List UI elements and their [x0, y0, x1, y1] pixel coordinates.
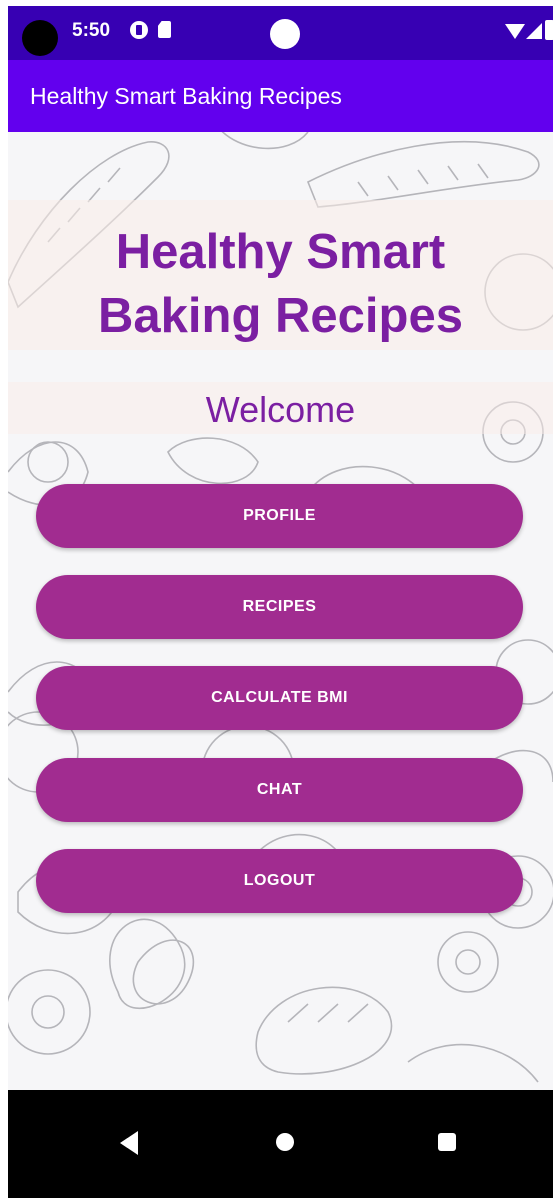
home-icon[interactable] [276, 1133, 294, 1151]
battery-icon [545, 20, 553, 40]
app-bar: Healthy Smart Baking Recipes [8, 60, 553, 132]
page-title-line-1: Healthy Smart [115, 225, 446, 279]
profile-button[interactable]: PROFILE [36, 484, 523, 548]
status-bar: 5:50 [8, 6, 553, 60]
recents-icon[interactable] [438, 1133, 456, 1151]
page-title: Healthy Smart Baking Recipes [8, 220, 553, 348]
camera-cutout [22, 20, 58, 56]
chat-button[interactable]: CHAT [36, 758, 523, 822]
sd-card-icon [158, 21, 171, 38]
system-nav-bar [8, 1090, 553, 1198]
logout-button[interactable]: LOGOUT [36, 849, 523, 913]
signal-icon [526, 23, 542, 39]
welcome-text: Welcome [205, 389, 356, 430]
phone-screen: 5:50 Healthy Smart Baking Recipes Health… [8, 6, 553, 1198]
wifi-icon [505, 24, 525, 39]
calculate-bmi-button[interactable]: CALCULATE BMI [36, 666, 523, 730]
recipes-button[interactable]: RECIPES [36, 575, 523, 639]
page-title-line-2: Baking Recipes [98, 289, 463, 343]
record-dot-icon [270, 19, 300, 49]
notification-icon [130, 21, 148, 39]
main-content: Healthy Smart Baking Recipes Welcome PRO… [8, 132, 553, 1090]
status-time: 5:50 [72, 20, 111, 41]
app-bar-title: Healthy Smart Baking Recipes [30, 83, 342, 109]
back-icon[interactable] [120, 1131, 138, 1155]
